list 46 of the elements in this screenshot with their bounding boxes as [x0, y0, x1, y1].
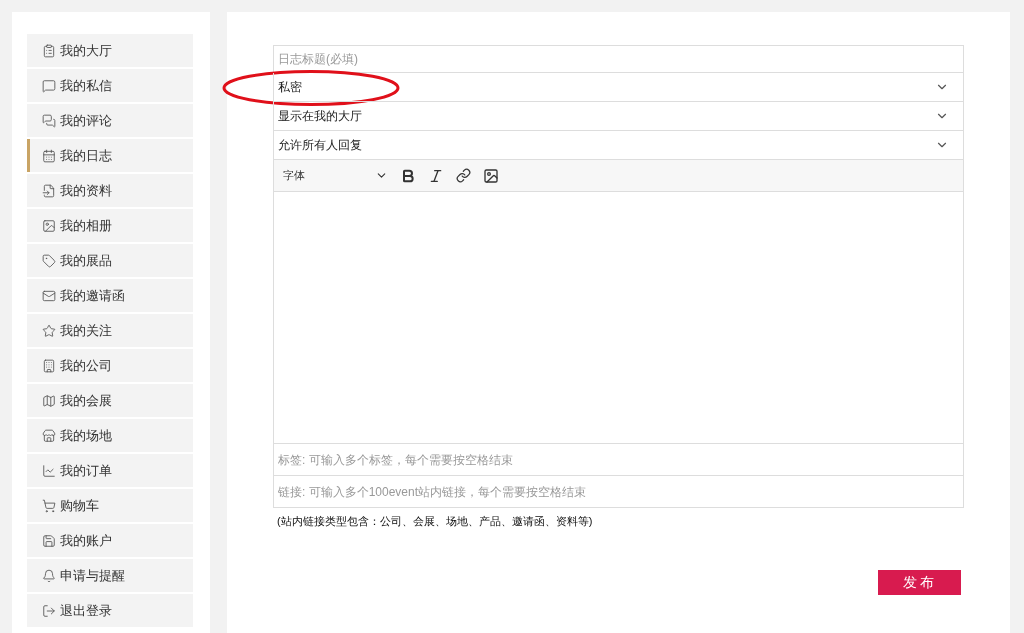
message-icon: [42, 78, 56, 93]
sidebar-item[interactable]: 申请与提醒: [27, 559, 193, 592]
picture-icon: [42, 218, 56, 233]
sidebar-item[interactable]: 我的展品: [27, 244, 193, 277]
bold-icon[interactable]: [400, 167, 416, 184]
sidebar-item[interactable]: 购物车: [27, 489, 193, 522]
sidebar-item[interactable]: 我的关注: [27, 314, 193, 347]
chart-icon: [42, 463, 56, 478]
map-icon: [42, 393, 56, 408]
sidebar-item[interactable]: 我的订单: [27, 454, 193, 487]
logout-icon: [42, 603, 56, 618]
sidebar-item[interactable]: 我的私信: [27, 69, 193, 102]
document-icon: [42, 183, 56, 198]
sidebar-item[interactable]: 我的场地: [27, 419, 193, 452]
sidebar-item[interactable]: 我的资料: [27, 174, 193, 207]
floppy-icon: [42, 533, 56, 548]
sidebar-item[interactable]: 我的公司: [27, 349, 193, 382]
building-icon: [42, 358, 56, 373]
sidebar-item[interactable]: 我的邀请函: [27, 279, 193, 312]
publish-button[interactable]: 发布: [878, 569, 961, 595]
links-input-field[interactable]: 链接: 可输入多个100event站内链接，每个需要按空格结束: [273, 476, 964, 508]
title-input-field[interactable]: 日志标题(必填): [273, 45, 964, 73]
dropdown-select[interactable]: 私密: [273, 73, 964, 102]
image-icon[interactable]: [483, 167, 499, 184]
envelope-icon: [42, 288, 56, 303]
store-icon: [42, 428, 56, 443]
font-select[interactable]: 字体: [283, 167, 388, 184]
chat-icon: [42, 113, 56, 128]
bell-icon: [42, 568, 56, 583]
link-types-note: (站内链接类型包含：公司、会展、场地、产品、邀请函、资料等): [277, 514, 594, 529]
star-icon: [42, 323, 56, 338]
sidebar-item[interactable]: 我的评论: [27, 104, 193, 137]
sidebar-item[interactable]: 我的日志: [27, 139, 193, 172]
sidebar-item[interactable]: 退出登录: [27, 594, 193, 627]
tag-icon: [42, 253, 56, 268]
tags-input-field[interactable]: 标签: 可输入多个标签，每个需要按空格结束: [273, 444, 964, 476]
cart-icon: [42, 498, 56, 513]
sidebar-item[interactable]: 我的账户: [27, 524, 193, 557]
link-icon[interactable]: [456, 168, 471, 183]
sidebar-item[interactable]: 我的相册: [27, 209, 193, 242]
dropdown-select[interactable]: 显示在我的大厅: [273, 102, 964, 131]
italic-icon[interactable]: [428, 167, 444, 184]
sidebar-item[interactable]: 我的会展: [27, 384, 193, 417]
calendar-icon: [42, 148, 56, 163]
sidebar-item[interactable]: 我的大厅: [27, 34, 193, 67]
clipboard-icon: [42, 43, 56, 58]
